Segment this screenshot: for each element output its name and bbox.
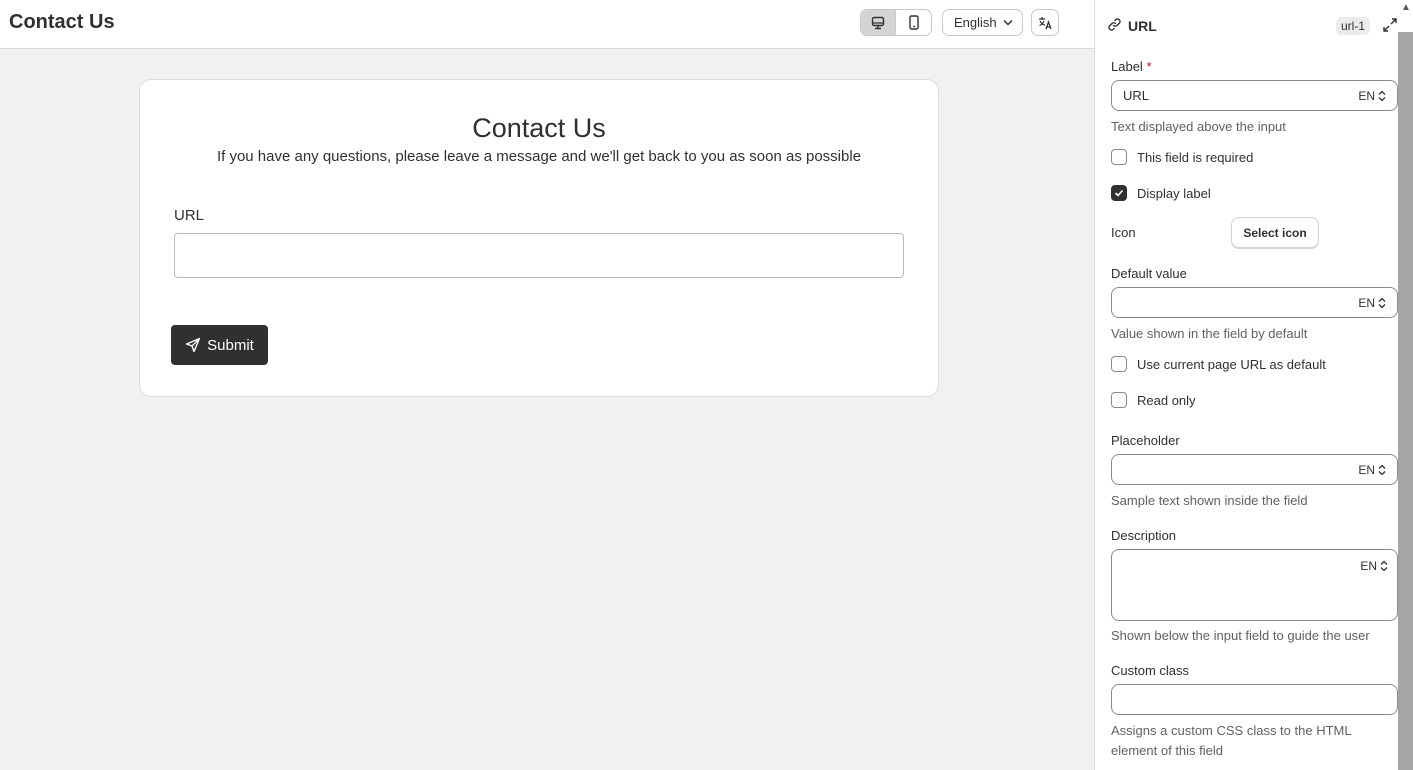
locale-select[interactable]: EN — [1358, 89, 1386, 103]
language-select-value: English — [954, 15, 997, 30]
current-url-checkbox[interactable]: Use current page URL as default — [1111, 356, 1326, 372]
checkbox-checked[interactable] — [1111, 185, 1127, 201]
top-bar: Contact Us English — [0, 0, 1094, 49]
custom-class-input[interactable] — [1111, 684, 1398, 715]
chevron-down-icon — [1003, 19, 1013, 26]
custom-class-label: Custom class — [1111, 663, 1190, 678]
placeholder-label: Placeholder — [1111, 433, 1180, 448]
label-help-text: Text displayed above the input — [1111, 119, 1286, 134]
field-id-badge: url-1 — [1336, 17, 1371, 35]
checkbox[interactable] — [1111, 149, 1127, 165]
locale-select[interactable]: EN — [1358, 296, 1386, 310]
mobile-icon — [908, 15, 919, 30]
description-label: Description — [1111, 528, 1177, 543]
select-icon-button[interactable]: Select icon — [1231, 217, 1319, 248]
placeholder-input[interactable]: EN — [1111, 454, 1398, 485]
updown-icon — [1378, 297, 1386, 308]
page-title: Contact Us — [9, 11, 115, 33]
form-preview-card: Contact Us If you have any questions, pl… — [139, 79, 939, 397]
translate-icon — [1039, 16, 1052, 29]
form-heading: Contact Us — [472, 113, 606, 143]
label-input[interactable]: URL EN — [1111, 80, 1398, 111]
url-field-input[interactable] — [174, 233, 904, 278]
panel-title: URL — [1128, 18, 1157, 34]
send-icon — [185, 337, 201, 353]
mobile-view-button[interactable] — [896, 10, 931, 35]
label-setting-label: Label * — [1111, 59, 1152, 74]
default-value-label: Default value — [1111, 266, 1187, 281]
scroll-up-arrow[interactable]: ▲ — [1401, 2, 1411, 13]
device-toggle — [860, 9, 932, 36]
locale-select[interactable]: EN — [1358, 463, 1386, 477]
language-select[interactable]: English — [942, 9, 1023, 36]
icon-setting-label: Icon — [1111, 225, 1136, 240]
default-value-input[interactable]: EN — [1111, 287, 1398, 318]
description-help-text: Shown below the input field to guide the… — [1111, 628, 1370, 643]
required-mark: * — [1146, 59, 1152, 74]
desktop-view-button[interactable] — [861, 10, 897, 35]
link-icon — [1108, 18, 1121, 31]
current-url-checkbox-label: Use current page URL as default — [1137, 356, 1326, 372]
scrollbar-thumb[interactable] — [1398, 32, 1413, 770]
translate-button[interactable] — [1031, 9, 1059, 36]
read-only-checkbox[interactable]: Read only — [1111, 392, 1196, 408]
submit-button[interactable]: Submit — [171, 325, 268, 365]
custom-class-help-text: Assigns a custom CSS class to the HTML e… — [1111, 723, 1352, 758]
url-field-label: URL — [174, 207, 205, 224]
default-value-help-text: Value shown in the field by default — [1111, 326, 1308, 341]
display-label-checkbox-label: Display label — [1137, 185, 1211, 201]
updown-icon — [1378, 90, 1386, 101]
field-settings-panel: URL url-1 Label * URL EN Text displayed … — [1094, 0, 1413, 770]
updown-icon — [1380, 560, 1388, 572]
panel-header: URL url-1 — [1095, 0, 1398, 50]
display-label-checkbox[interactable]: Display label — [1111, 185, 1211, 201]
desktop-icon — [871, 16, 885, 29]
checkbox[interactable] — [1111, 356, 1127, 372]
read-only-checkbox-label: Read only — [1137, 392, 1196, 408]
description-textarea[interactable]: EN — [1111, 549, 1398, 621]
expand-icon[interactable] — [1382, 17, 1398, 33]
placeholder-help-text: Sample text shown inside the field — [1111, 493, 1308, 508]
required-checkbox[interactable]: This field is required — [1111, 149, 1253, 165]
locale-select[interactable]: EN — [1360, 559, 1388, 573]
checkbox[interactable] — [1111, 392, 1127, 408]
submit-button-label: Submit — [207, 336, 254, 354]
updown-icon — [1378, 464, 1386, 475]
label-input-value: URL — [1123, 88, 1150, 103]
form-subheading: If you have any questions, please leave … — [216, 148, 862, 165]
required-checkbox-label: This field is required — [1137, 149, 1254, 165]
check-icon — [1114, 189, 1124, 197]
